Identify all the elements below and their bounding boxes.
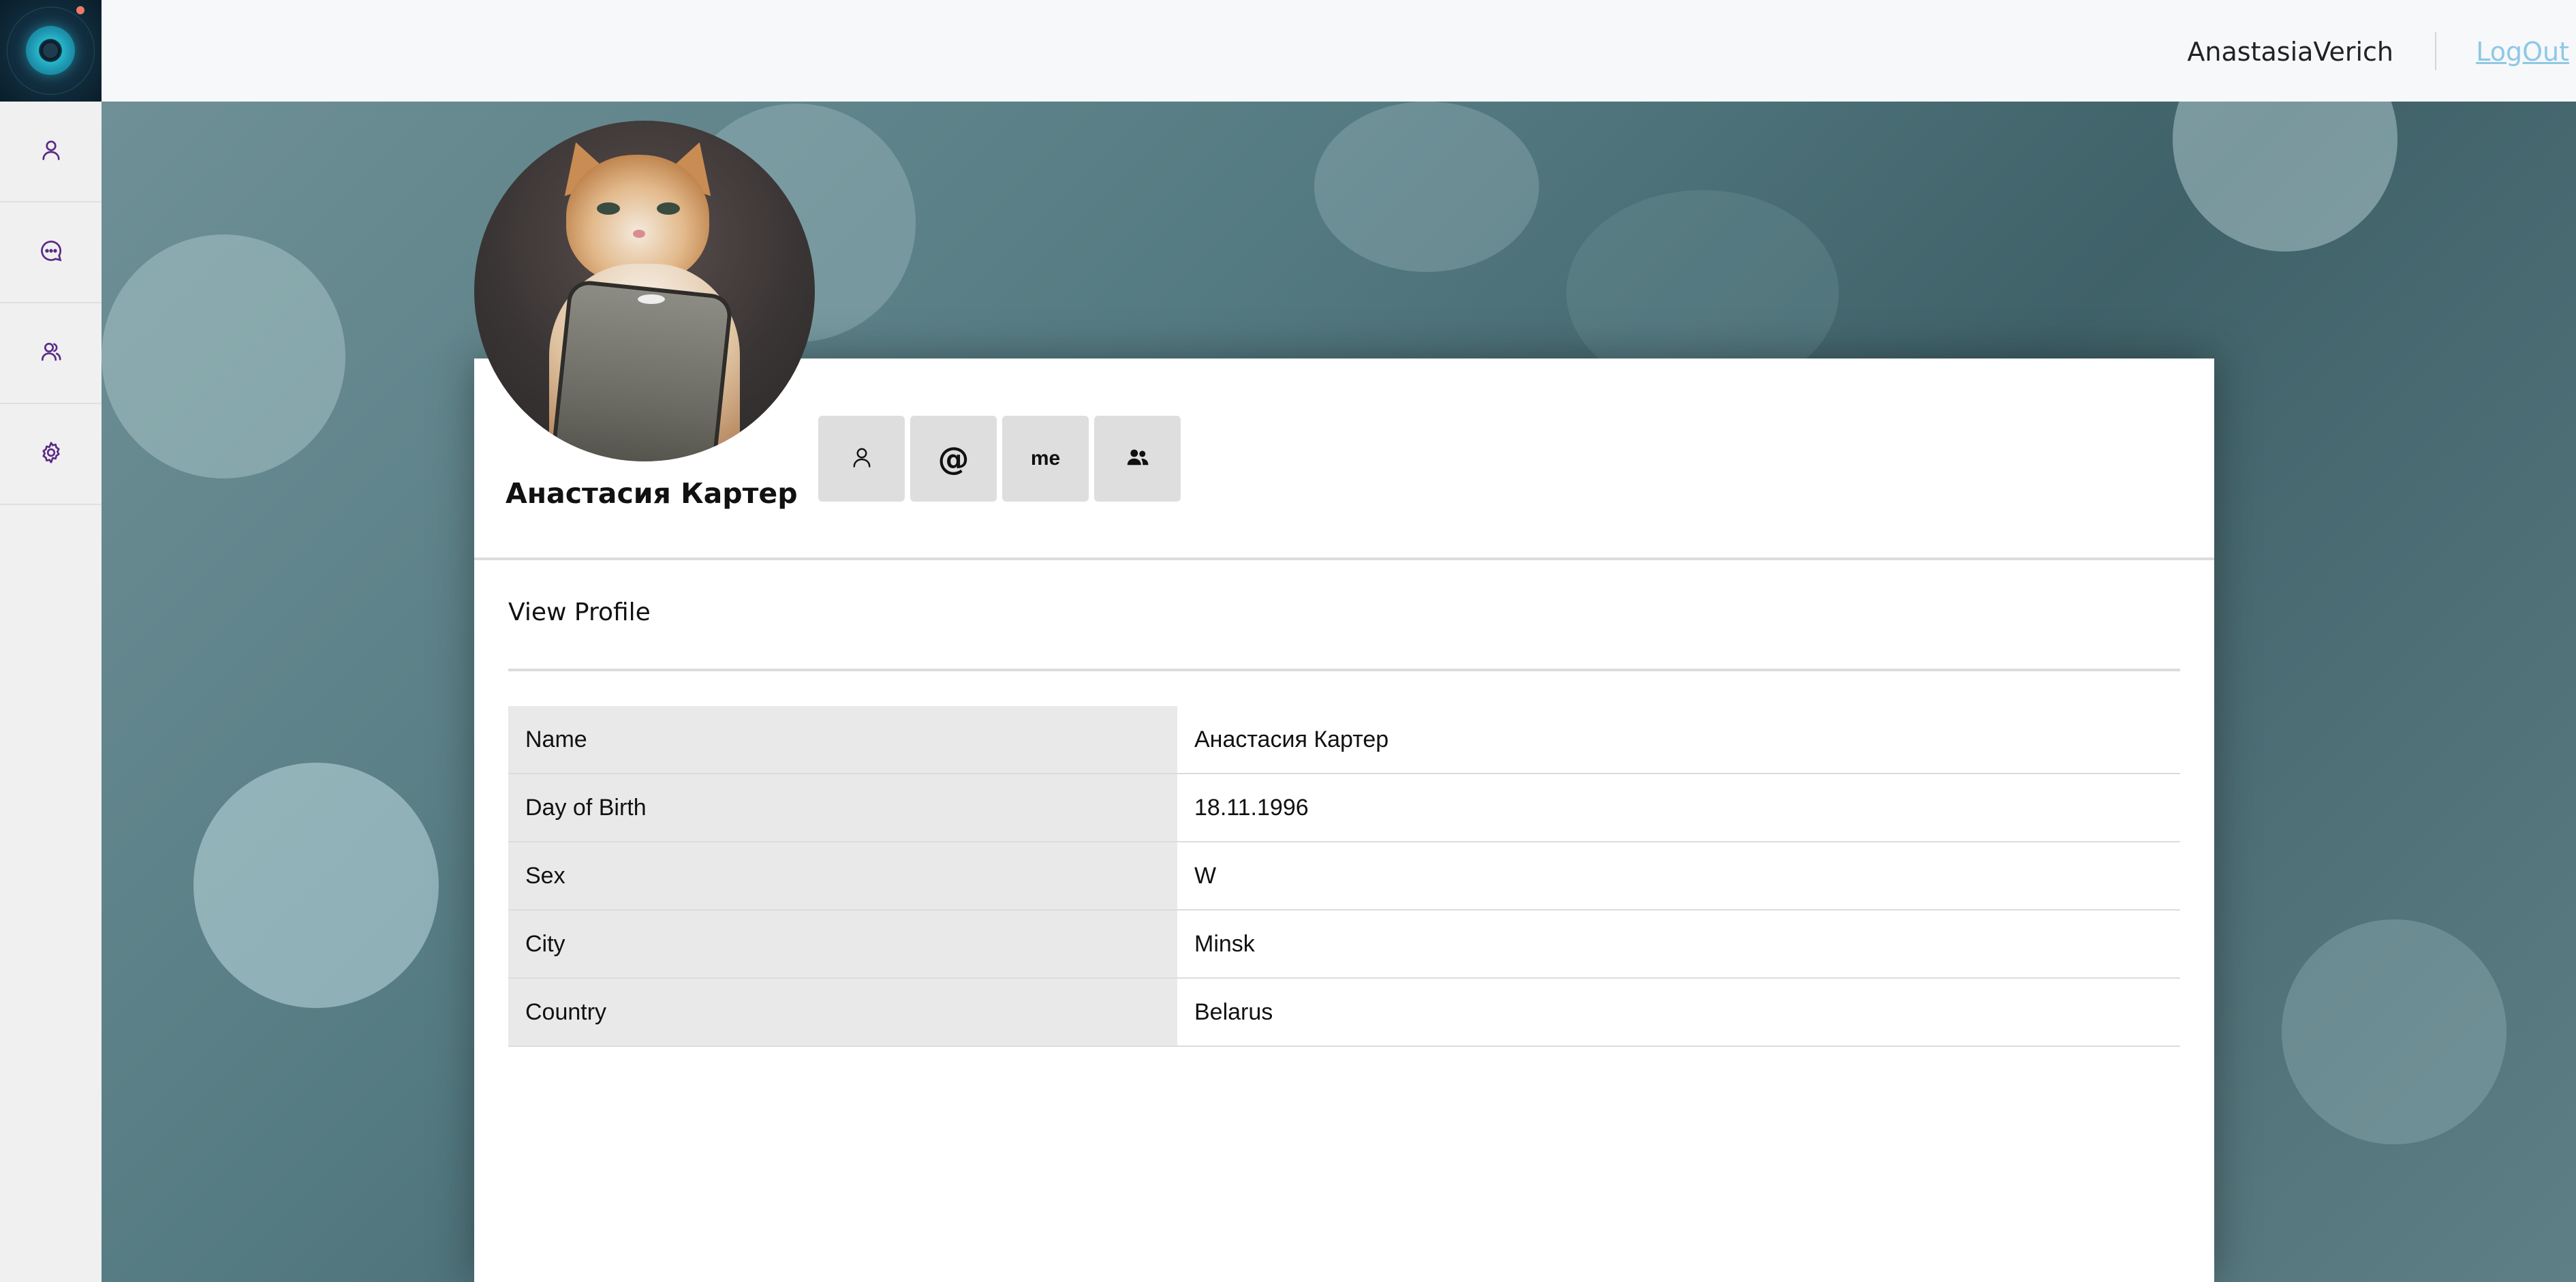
row-label: Sex — [508, 842, 1177, 909]
bokeh-circle — [193, 763, 439, 1008]
logo-core — [41, 41, 60, 60]
row-label: Name — [508, 706, 1177, 773]
table-row: Country Belarus — [508, 979, 2180, 1047]
row-label: Day of Birth — [508, 774, 1177, 841]
profile-info-table: Name Анастасия Картер Day of Birth 18.11… — [508, 706, 2180, 1047]
logo-ring — [26, 26, 75, 75]
app-logo[interactable] — [0, 0, 102, 102]
row-value: Belarus — [1194, 998, 1273, 1025]
sidebar-item-settings[interactable] — [0, 404, 102, 505]
mention-button[interactable]: @ — [910, 416, 997, 502]
table-row: City Minsk — [508, 911, 2180, 979]
friends-icon — [39, 339, 63, 367]
top-bar: AnastasiaVerich LogOut — [0, 0, 2576, 102]
me-icon: me — [1030, 447, 1061, 470]
avatar-art — [657, 202, 680, 215]
row-value: Minsk — [1194, 930, 1255, 957]
row-value: W — [1194, 862, 1217, 889]
row-value: 18.11.1996 — [1194, 794, 1309, 821]
sidebar-item-messages[interactable] — [0, 202, 102, 303]
friends-button[interactable] — [1094, 416, 1181, 502]
row-label: City — [508, 911, 1177, 977]
chat-icon — [39, 239, 63, 266]
avatar-art — [638, 294, 665, 304]
header-divider — [2435, 32, 2436, 70]
section-divider — [508, 669, 2180, 671]
profile-name: Анастасия Картер — [506, 477, 798, 510]
avatar-art — [597, 202, 620, 215]
row-value: Анастасия Картер — [1194, 726, 1389, 752]
profile-action-button[interactable] — [818, 416, 905, 502]
table-row: Sex W — [508, 842, 2180, 911]
table-row: Day of Birth 18.11.1996 — [508, 774, 2180, 842]
sidebar-item-profile[interactable] — [0, 102, 102, 202]
view-profile-title: View Profile — [508, 598, 651, 626]
bokeh-circle — [102, 234, 345, 478]
logout-link[interactable]: LogOut — [2476, 35, 2569, 68]
users-icon — [1126, 445, 1150, 473]
about-me-button[interactable]: me — [1002, 416, 1089, 502]
user-icon — [39, 138, 63, 166]
at-icon: @ — [937, 440, 969, 477]
avatar-art — [633, 230, 645, 238]
gear-icon — [39, 440, 63, 468]
bokeh-circle — [2282, 919, 2507, 1144]
bokeh-circle — [1314, 102, 1539, 272]
sidebar — [0, 102, 102, 1282]
notification-dot — [76, 6, 84, 14]
avatar-art — [553, 283, 730, 461]
sidebar-item-friends[interactable] — [0, 303, 102, 404]
current-username: AnastasiaVerich — [2187, 37, 2393, 67]
table-row: Name Анастасия Картер — [508, 706, 2180, 774]
profile-avatar[interactable] — [474, 121, 815, 461]
bokeh-circle — [2173, 102, 2397, 251]
user-icon — [850, 445, 874, 473]
row-label: Country — [508, 979, 1177, 1046]
